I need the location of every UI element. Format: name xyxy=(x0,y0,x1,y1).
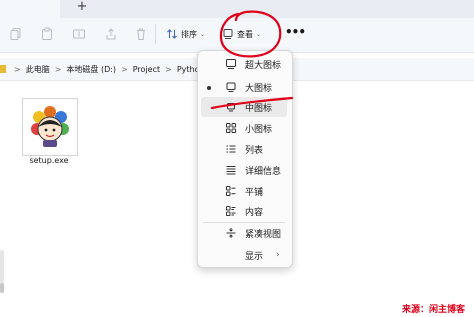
breadcrumb-project[interactable]: Project xyxy=(133,65,160,74)
folder-icon xyxy=(0,64,6,74)
sort-button[interactable]: 排序 ⌄ xyxy=(166,26,205,42)
menu-item-label: 内容 xyxy=(245,207,264,218)
new-tab-button[interactable]: + xyxy=(74,0,90,16)
breadcrumb-drive-d[interactable]: 本地磁盘 (D:) xyxy=(66,64,116,75)
chevron-down-icon: ⌄ xyxy=(200,30,206,38)
delete-icon[interactable] xyxy=(134,27,148,41)
menu-item-label: 平铺 xyxy=(245,187,264,198)
copy-icon[interactable] xyxy=(9,27,23,41)
menu-item-tiles[interactable]: 平铺 xyxy=(198,181,290,201)
breadcrumb: > 此电脑 > 本地磁盘 (D:) > Project > Python xyxy=(14,62,205,76)
active-tab[interactable] xyxy=(0,0,60,18)
menu-item-label: 紧凑视图 xyxy=(245,229,282,240)
toolbar-divider xyxy=(155,24,156,44)
more-options-button[interactable]: ••• xyxy=(285,26,306,42)
file-name[interactable]: setup.exe xyxy=(18,156,80,165)
sort-icon xyxy=(166,28,178,40)
monitor-icon xyxy=(224,57,238,71)
monitor-icon xyxy=(224,80,238,94)
menu-item-compact-view[interactable]: 紧凑视图 xyxy=(198,223,290,243)
blank-icon-slot xyxy=(224,248,238,262)
list-icon xyxy=(224,142,238,156)
view-button[interactable]: 查看 ⌄ xyxy=(222,26,261,42)
details-icon xyxy=(224,163,238,177)
sort-label: 排序 xyxy=(181,29,197,39)
menu-item-list[interactable]: 列表 xyxy=(198,139,290,159)
chevron-right-icon: › xyxy=(276,250,280,260)
compact-icon xyxy=(224,226,238,240)
menu-item-label: 小图标 xyxy=(245,124,273,135)
menu-item-medium-icons[interactable]: 中图标 xyxy=(201,97,287,117)
tab-strip xyxy=(0,0,474,18)
watermark-text: 来源：闲主博客 xyxy=(402,305,466,315)
menu-item-label: 详细信息 xyxy=(245,166,282,177)
menu-item-small-icons[interactable]: 小图标 xyxy=(198,118,290,138)
menu-item-label: 显示 xyxy=(245,251,264,262)
breadcrumb-this-pc[interactable]: 此电脑 xyxy=(26,64,50,75)
tiles-icon xyxy=(224,184,238,198)
menu-item-label: 超大图标 xyxy=(245,60,282,71)
app-mascot-icon xyxy=(31,106,69,147)
menu-item-label: 中图标 xyxy=(245,103,273,114)
crumb-separator: > xyxy=(14,64,21,74)
paste-icon[interactable] xyxy=(40,27,54,41)
view-icon xyxy=(222,28,234,40)
scrollbar[interactable] xyxy=(0,250,4,285)
rename-icon[interactable] xyxy=(72,27,86,41)
file-thumbnail[interactable] xyxy=(22,98,78,156)
menu-item-label: 大图标 xyxy=(245,83,273,94)
scrollbar-thumb[interactable] xyxy=(0,283,4,293)
crumb-separator: > xyxy=(54,64,62,74)
menu-item-large-icons[interactable]: 大图标 xyxy=(198,77,290,97)
menu-item-label: 列表 xyxy=(245,145,264,156)
menu-item-content[interactable]: 内容 xyxy=(198,201,290,221)
menu-item-details[interactable]: 详细信息 xyxy=(198,160,290,180)
view-label: 查看 xyxy=(237,29,253,39)
content-icon xyxy=(224,204,238,218)
grid-icon xyxy=(224,121,238,135)
menu-item-extra-large-icons[interactable]: 超大图标 xyxy=(198,54,290,74)
crumb-separator: > xyxy=(121,64,128,74)
share-icon[interactable] xyxy=(104,27,118,41)
chevron-down-icon: ⌄ xyxy=(256,30,262,38)
monitor-icon xyxy=(224,100,238,114)
crumb-separator: > xyxy=(165,64,172,74)
